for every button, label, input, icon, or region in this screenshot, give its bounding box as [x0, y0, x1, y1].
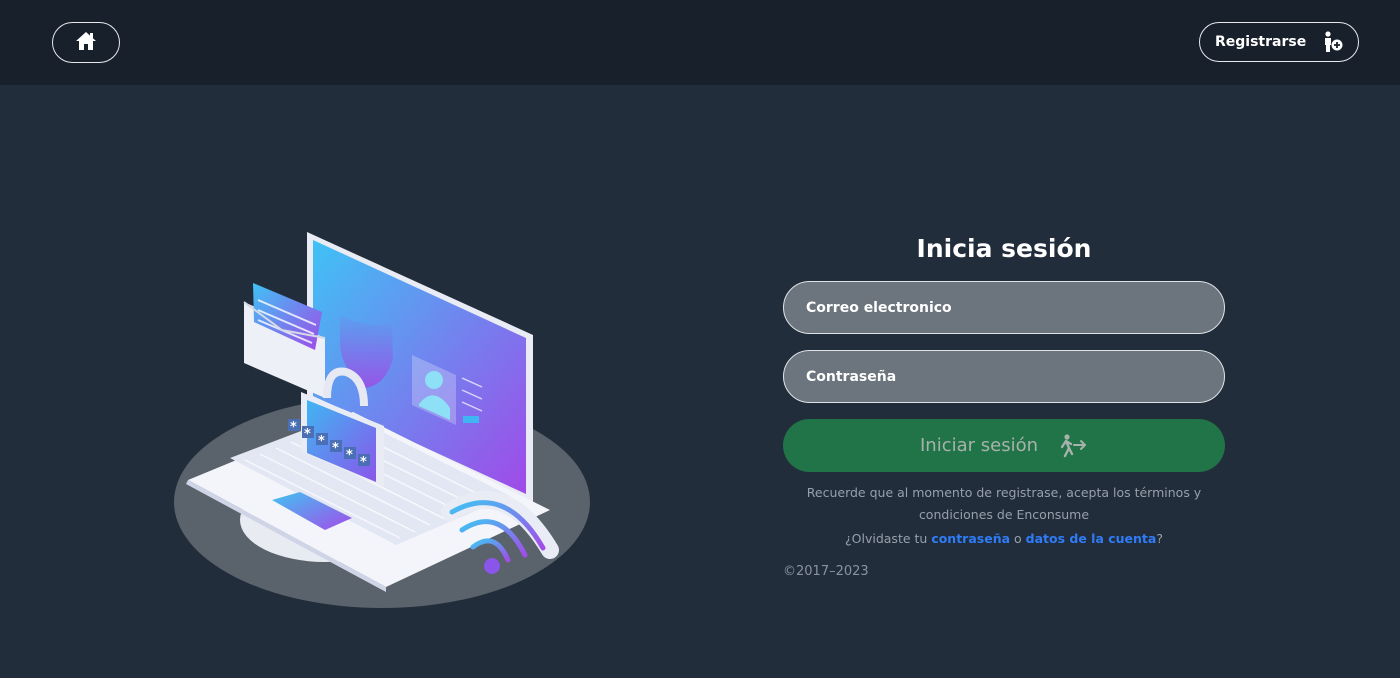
forgot-suffix: ? — [1156, 531, 1163, 546]
register-label: Registrarse — [1215, 34, 1307, 50]
register-button[interactable]: Registrarse — [1199, 22, 1359, 62]
forgot-account-link[interactable]: datos de la cuenta — [1026, 531, 1157, 546]
person-add-icon — [1320, 31, 1344, 53]
login-title: Inicia sesión — [916, 234, 1092, 263]
svg-text:*: * — [290, 420, 297, 435]
svg-text:*: * — [304, 427, 311, 442]
login-button-label: Iniciar sesión — [919, 435, 1039, 456]
laptop-security-illustration: * * * * * * — [160, 220, 610, 620]
copyright: ©2017–2023 — [783, 564, 869, 579]
home-icon — [75, 31, 97, 55]
forgot-text: ¿Olvidaste tu contraseña o datos de la c… — [783, 529, 1225, 549]
walk-in-icon — [1058, 433, 1088, 458]
svg-text:*: * — [318, 434, 325, 449]
top-navbar: Registrarse — [0, 0, 1400, 85]
email-field[interactable] — [783, 281, 1225, 334]
password-field[interactable] — [783, 350, 1225, 403]
svg-text:*: * — [346, 448, 353, 463]
svg-text:*: * — [332, 441, 339, 456]
forgot-middle: o — [1010, 531, 1026, 546]
home-button[interactable] — [52, 22, 120, 63]
terms-text: Recuerde que al momento de registrase, a… — [806, 485, 1202, 522]
forgot-password-link[interactable]: contraseña — [931, 531, 1010, 546]
forgot-prefix: ¿Olvidaste tu — [845, 531, 932, 546]
login-button[interactable]: Iniciar sesión — [783, 419, 1225, 472]
svg-text:*: * — [360, 455, 367, 470]
